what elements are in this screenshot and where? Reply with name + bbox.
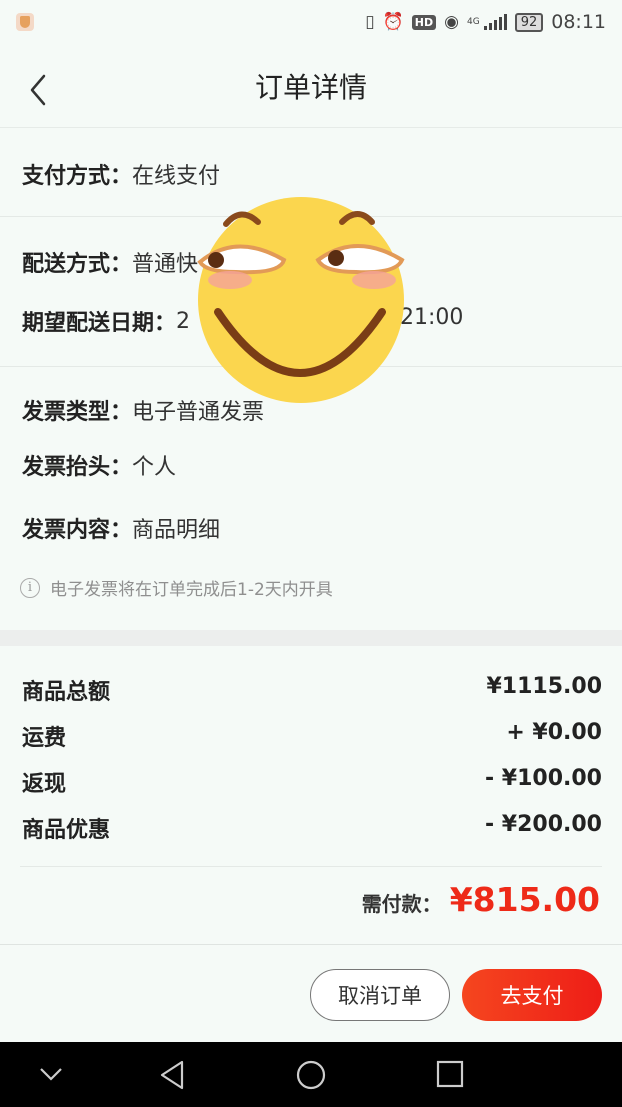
page-header: 订单详情 — [0, 44, 622, 128]
cancel-order-button[interactable]: 取消订单 — [310, 969, 450, 1021]
amount-label: 返现 — [22, 772, 67, 797]
amount-value: - ¥100.00 — [485, 766, 602, 791]
nav-back-icon[interactable] — [158, 1059, 186, 1091]
invoice-content-label: 发票内容： — [22, 518, 133, 543]
nav-collapse-chevron-icon[interactable] — [38, 1064, 64, 1084]
pay-button[interactable]: 去支付 — [462, 969, 602, 1021]
total-row: 需付款： ¥815.00 — [362, 880, 600, 919]
back-arrow-icon[interactable] — [24, 68, 64, 108]
delivery-method-row: 配送方式： 普通快 — [22, 246, 198, 278]
payment-method-label: 支付方式： — [22, 164, 133, 189]
status-bar: ▯ ⏰ HD ◉ 4G 92 08:11 — [0, 0, 622, 44]
delivery-method-label: 配送方式： — [22, 252, 133, 277]
total-label: 需付款： — [361, 892, 442, 916]
status-time: 08:11 — [551, 11, 606, 33]
amount-row-shipping: 运费 + ¥0.00 — [22, 720, 602, 752]
network-type: 4G — [466, 16, 480, 27]
page-title: 订单详情 — [254, 70, 367, 104]
nav-home-icon[interactable] — [295, 1059, 327, 1091]
nav-recents-icon[interactable] — [435, 1059, 465, 1089]
invoice-title-value: 个人 — [132, 455, 177, 480]
amount-row-discount: 商品优惠 - ¥200.00 — [22, 812, 602, 844]
amount-value: ¥1115.00 — [486, 674, 602, 699]
amount-label: 运费 — [22, 726, 67, 751]
system-nav-bar — [0, 1042, 622, 1107]
signal-icon — [483, 14, 507, 30]
bottom-action-bar: 取消订单 去支付 — [0, 944, 622, 1042]
payment-method-value: 在线支付 — [132, 164, 221, 189]
amount-row-cashback: 返现 - ¥100.00 — [22, 766, 602, 798]
hd-icon: HD — [411, 14, 437, 30]
security-shield-icon — [16, 13, 34, 31]
amount-row-subtotal: 商品总额 ¥1115.00 — [22, 674, 602, 706]
status-right: ▯ ⏰ HD ◉ 4G 92 08:11 — [365, 11, 606, 33]
invoice-title-row: 发票抬头： 个人 — [22, 449, 176, 481]
amount-label: 商品总额 — [22, 680, 111, 705]
info-icon: i — [20, 577, 40, 598]
invoice-content-row: 发票内容： 商品明细 — [22, 512, 220, 544]
delivery-date-label: 期望配送日期： — [22, 311, 177, 336]
invoice-title-label: 发票抬头： — [22, 455, 133, 480]
order-detail-screen: ▯ ⏰ HD ◉ 4G 92 08:11 订单详情 支付方式： 在线支付 配送方… — [0, 0, 622, 1107]
emoji-sticker[interactable] — [196, 196, 410, 406]
vibrate-icon: ▯ — [365, 12, 375, 32]
eye-icon: ◉ — [444, 12, 459, 32]
amount-value: + ¥0.00 — [506, 720, 602, 745]
amount-label: 商品优惠 — [22, 818, 111, 843]
divider — [20, 866, 602, 867]
amount-value: - ¥200.00 — [485, 812, 602, 837]
alarm-icon: ⏰ — [382, 12, 404, 32]
section-separator — [0, 630, 622, 646]
delivery-method-value: 普通快 — [132, 252, 199, 277]
total-value: ¥815.00 — [449, 880, 600, 919]
invoice-type-label: 发票类型： — [22, 400, 133, 425]
delivery-date-row: 期望配送日期： 2 — [22, 305, 190, 337]
delivery-date-value-start: 2 — [176, 308, 191, 334]
invoice-note-text: 电子发票将在订单完成后1-2天内开具 — [50, 580, 333, 600]
status-left — [16, 13, 34, 31]
battery-indicator: 92 — [514, 12, 544, 32]
invoice-content-value: 商品明细 — [132, 518, 221, 543]
invoice-note: i 电子发票将在订单完成后1-2天内开具 — [20, 575, 333, 600]
payment-method-row: 支付方式： 在线支付 — [22, 158, 220, 190]
